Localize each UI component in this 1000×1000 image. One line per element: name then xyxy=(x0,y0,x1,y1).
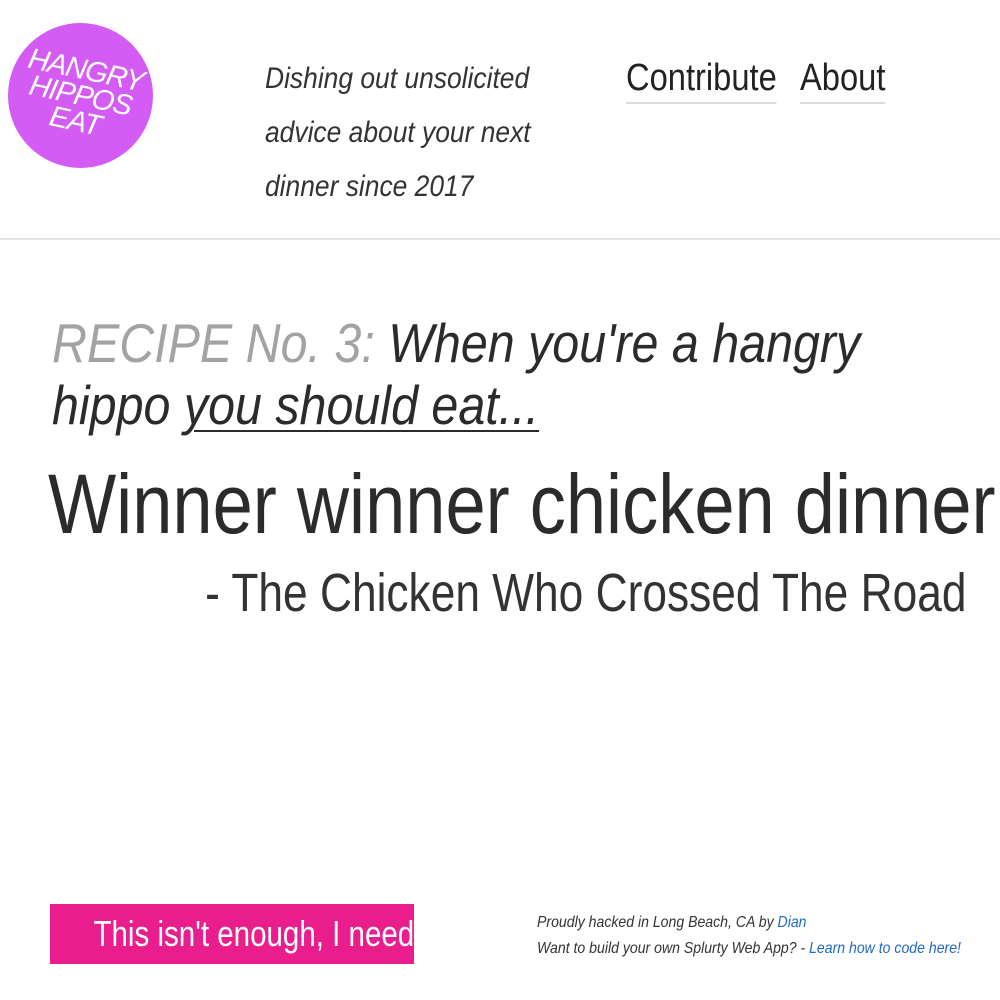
attribution: - The Chicken Who Crossed The Road xyxy=(204,563,966,623)
tagline-line-2: advice about your next xyxy=(265,116,531,149)
more-recipes-button-label: This isn't enough, I need more xyxy=(93,913,414,954)
site-header: HANGRY HIPPOS EAT Dishing out unsolicite… xyxy=(0,0,1000,240)
tagline-line-3: dinner since 2017 xyxy=(265,170,474,203)
tagline-line-1: Dishing out unsolicited xyxy=(265,62,530,95)
build-text: Want to build your own Splurty Web App? … xyxy=(537,940,806,957)
build-line: Want to build your own Splurty Web App? … xyxy=(537,936,961,962)
nav-contribute-link[interactable]: Contribute xyxy=(626,56,777,104)
recipe-number: RECIPE No. 3: xyxy=(52,312,375,374)
credits: Proudly hacked in Long Beach, CA by Dian… xyxy=(537,910,961,962)
logo[interactable]: HANGRY HIPPOS EAT xyxy=(0,9,167,182)
dish-title: Winner winner chicken dinner xyxy=(48,457,996,551)
recipe-intro: RECIPE No. 3: When you're a hangry hippo… xyxy=(52,312,941,436)
logo-line-3: EAT xyxy=(46,99,104,142)
recipe-underlined-text: you should eat... xyxy=(183,374,540,436)
tagline: Dishing out unsolicited advice about you… xyxy=(265,52,531,214)
more-recipes-button[interactable]: This isn't enough, I need more xyxy=(50,904,414,964)
learn-to-code-link[interactable]: Learn how to code here! xyxy=(809,940,961,957)
page: HANGRY HIPPOS EAT Dishing out unsolicite… xyxy=(0,0,1000,1000)
author-link[interactable]: Dian xyxy=(778,914,807,931)
credit-text: Proudly hacked in Long Beach, CA by xyxy=(537,914,774,931)
nav-about-link[interactable]: About xyxy=(800,56,886,104)
credit-line: Proudly hacked in Long Beach, CA by Dian xyxy=(537,910,924,936)
